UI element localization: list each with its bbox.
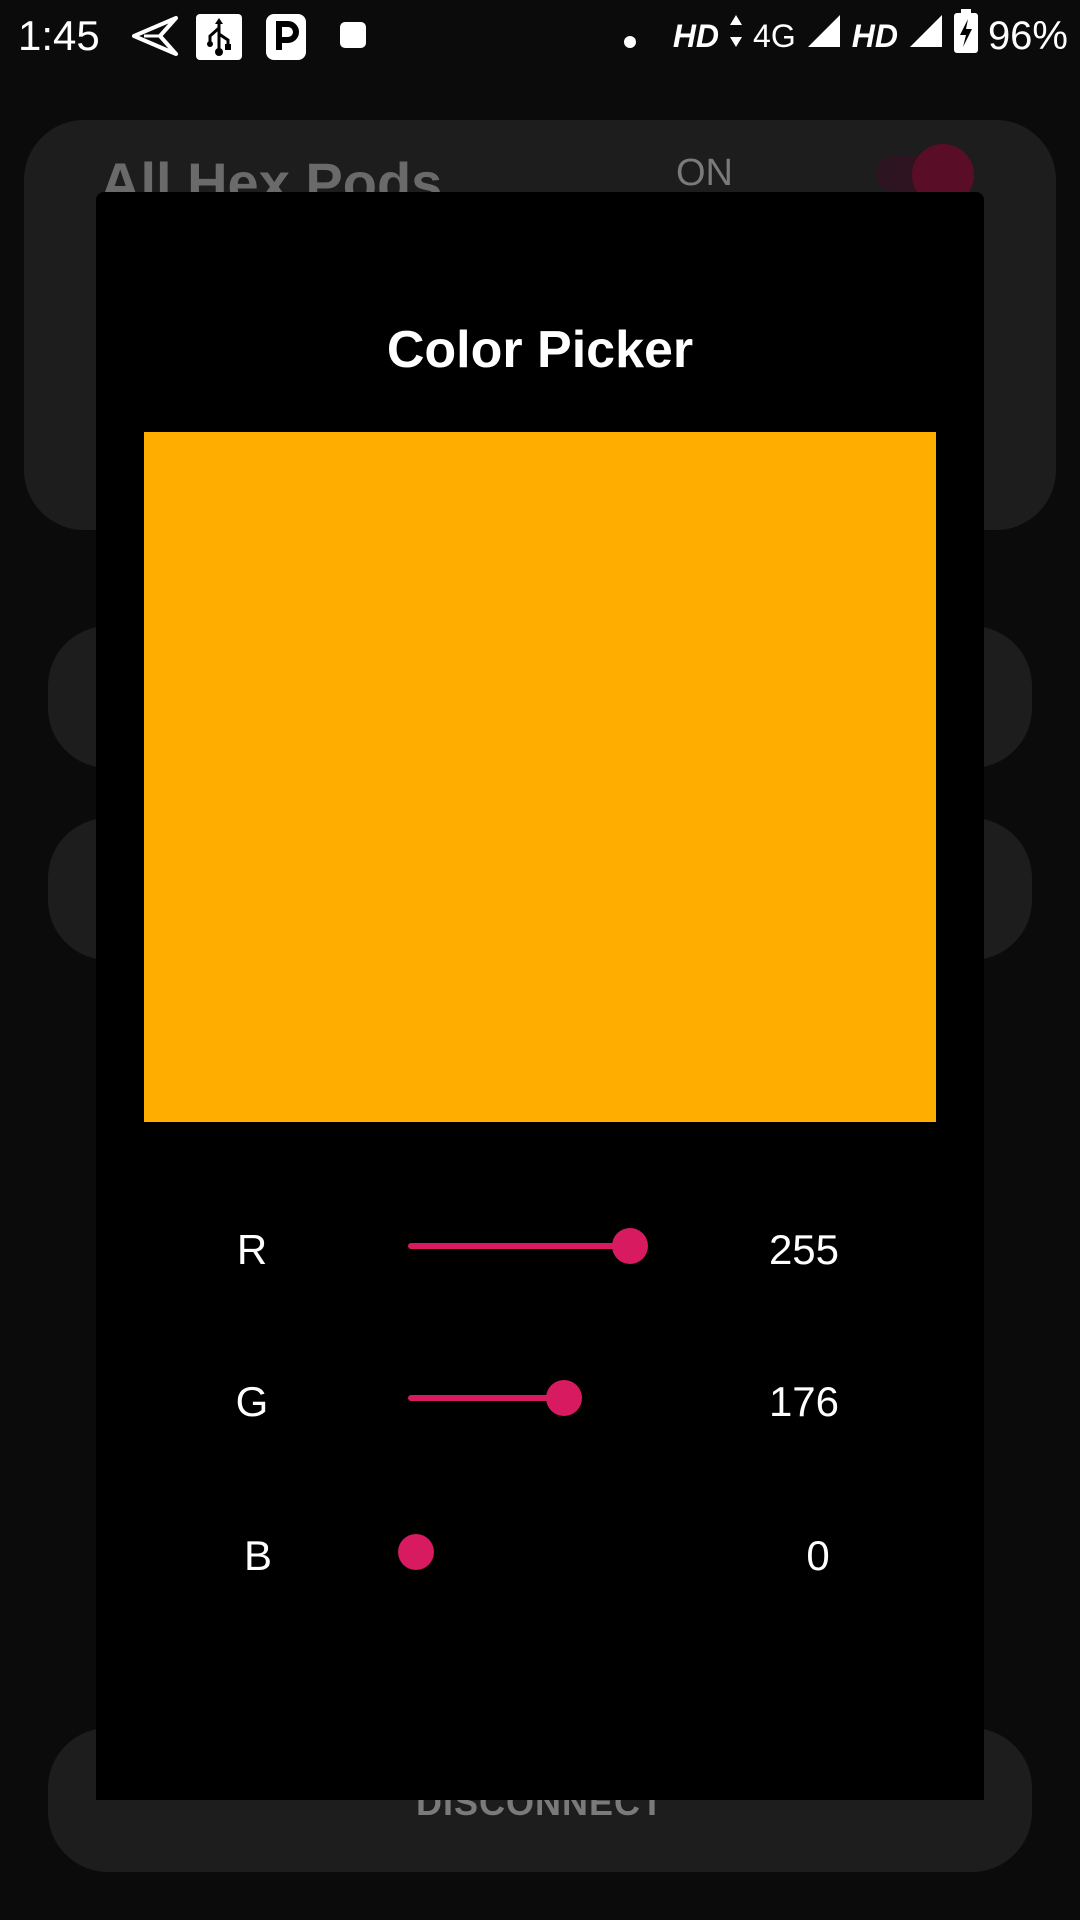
network-hd-2: HD	[851, 17, 898, 54]
usb-icon	[196, 14, 242, 65]
channel-r-label: R	[236, 1226, 268, 1273]
dialog-title: Color Picker	[386, 321, 694, 379]
status-bar: 1:45 HD 4G HD 96%	[0, 0, 1080, 72]
channel-r-value: 255	[768, 1226, 840, 1273]
slider-r-thumb[interactable]	[612, 1228, 648, 1264]
dot-icon	[623, 14, 637, 59]
stop-icon	[340, 22, 366, 53]
battery-charging-icon	[953, 9, 978, 63]
toggle-label: ON	[676, 152, 733, 194]
network-hd-1: HD	[672, 17, 720, 54]
battery-level: 96%	[987, 13, 1068, 58]
send-icon	[132, 14, 178, 63]
data-arrows-icon	[729, 13, 743, 59]
slider-b[interactable]	[398, 1532, 648, 1572]
parking-icon	[266, 14, 306, 65]
slider-g-track	[408, 1395, 560, 1401]
slider-r[interactable]	[408, 1226, 648, 1266]
slider-g-thumb[interactable]	[545, 1380, 582, 1416]
signal-icon	[908, 13, 944, 59]
channel-b-value: 0	[806, 1532, 830, 1579]
channel-b-label: B	[243, 1532, 272, 1579]
slider-r-track	[408, 1243, 626, 1249]
slider-g[interactable]	[408, 1378, 648, 1418]
channel-g-label: G	[235, 1378, 269, 1425]
status-right: HD 4G HD 96%	[623, 9, 1068, 63]
color-preview	[144, 432, 936, 1122]
channel-g-value: 176	[768, 1378, 840, 1425]
status-time: 1:45	[18, 12, 100, 59]
slider-b-thumb[interactable]	[398, 1534, 434, 1570]
signal-icon	[806, 13, 842, 59]
color-picker-dialog: Color Picker R 255 G 176 B 0	[96, 192, 984, 1800]
network-type: 4G	[753, 17, 796, 54]
